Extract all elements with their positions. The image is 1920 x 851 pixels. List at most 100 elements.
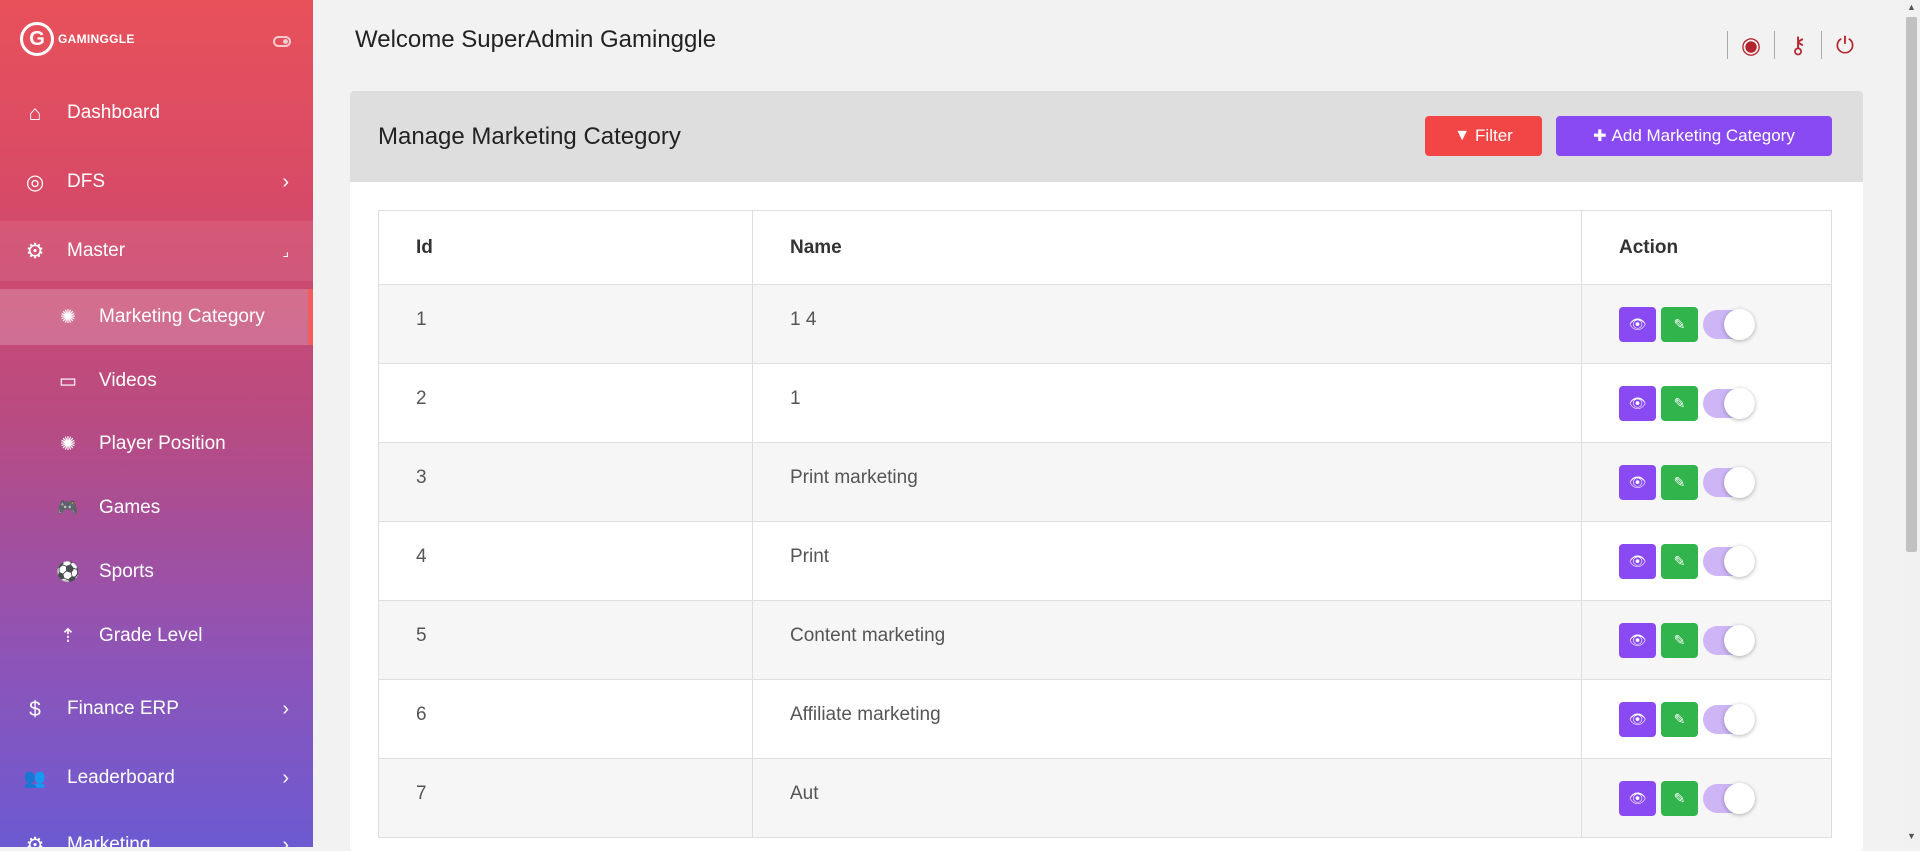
filter-icon: ▼ xyxy=(1454,127,1471,144)
row-actions: 👁 ✎ xyxy=(1619,543,1831,579)
card-header: Manage Marketing Category ▼ Filter ✚ Add… xyxy=(350,91,1863,182)
table-row: 6 Affiliate marketing 👁 ✎ xyxy=(378,679,1832,759)
eye-icon: 👁 xyxy=(1628,394,1647,411)
gamepad-icon: 🎮 xyxy=(57,498,79,517)
eye-icon: 👁 xyxy=(1628,552,1647,569)
edit-icon: ✎ xyxy=(1673,789,1686,806)
user-circle-icon[interactable]: ◉ xyxy=(1736,32,1766,59)
scroll-up-arrow-icon[interactable]: ▲ xyxy=(1903,2,1920,16)
users-icon: 👥 xyxy=(23,768,47,788)
sidebar-item-master[interactable]: ⚙ Master ⌟ xyxy=(0,221,313,281)
scroll-thumb[interactable] xyxy=(1906,17,1917,552)
sidebar-subitem-grade-level[interactable]: ⇡ Grade Level xyxy=(0,608,313,664)
sidebar-subitem-player-position[interactable]: ✺ Player Position xyxy=(0,416,313,472)
badge-icon: ✺ xyxy=(60,433,76,455)
table-row: 2 1 👁 ✎ xyxy=(378,363,1832,443)
cogs-icon: ⚙ xyxy=(25,833,45,848)
sidebar-subitem-sports[interactable]: ⚽ Sports xyxy=(0,544,313,600)
page-scrollbar[interactable]: ▲ ▼ xyxy=(1903,0,1920,847)
column-header-name[interactable]: Name xyxy=(752,210,1582,285)
column-header-id[interactable]: Id xyxy=(378,210,753,285)
row-actions: 👁 ✎ xyxy=(1619,464,1831,500)
table-row: 3 Print marketing 👁 ✎ xyxy=(378,442,1832,522)
edit-button[interactable]: ✎ xyxy=(1661,464,1698,500)
dollar-icon: $ xyxy=(29,697,41,721)
cell-name: Print marketing xyxy=(752,442,1582,522)
cell-id: 6 xyxy=(378,679,753,759)
view-button[interactable]: 👁 xyxy=(1619,464,1656,500)
status-toggle[interactable] xyxy=(1703,703,1755,735)
status-toggle[interactable] xyxy=(1703,387,1755,419)
cell-actions: 👁 ✎ xyxy=(1581,600,1832,680)
eye-icon: 👁 xyxy=(1628,473,1647,490)
cell-id: 7 xyxy=(378,758,753,838)
edit-button[interactable]: ✎ xyxy=(1661,622,1698,658)
chevron-right-icon: › xyxy=(282,170,289,193)
sidebar-subitem-label: Grade Level xyxy=(99,625,203,646)
edit-icon: ✎ xyxy=(1673,631,1686,648)
sidebar-subitem-videos[interactable]: ▭ Videos xyxy=(0,353,313,409)
eye-icon: 👁 xyxy=(1628,789,1647,806)
edit-button[interactable]: ✎ xyxy=(1661,385,1698,421)
content-card: Manage Marketing Category ▼ Filter ✚ Add… xyxy=(350,91,1863,851)
cell-actions: 👁 ✎ xyxy=(1581,442,1832,522)
sidebar-item-marketing[interactable]: ⚙ Marketing › xyxy=(0,815,313,848)
edit-button[interactable]: ✎ xyxy=(1661,780,1698,816)
status-toggle[interactable] xyxy=(1703,545,1755,577)
plus-icon: ✚ xyxy=(1593,128,1607,145)
cell-id: 1 xyxy=(378,284,753,364)
sidebar-item-leaderboard[interactable]: 👥 Leaderboard › xyxy=(0,748,313,808)
table-header-row: Id Name Action xyxy=(378,210,1832,285)
view-button[interactable]: 👁 xyxy=(1619,622,1656,658)
sidebar-item-dfs[interactable]: ◎ DFS › xyxy=(0,152,313,212)
view-button[interactable]: 👁 xyxy=(1619,701,1656,737)
eye-icon: 👁 xyxy=(1628,710,1647,727)
status-toggle[interactable] xyxy=(1703,624,1755,656)
key-icon[interactable]: ⚷ xyxy=(1783,32,1813,59)
power-icon[interactable]: ⏻ xyxy=(1830,32,1860,59)
sidebar-item-label: Leaderboard xyxy=(67,767,175,788)
sidebar-item-dashboard[interactable]: ⌂ Dashboard xyxy=(0,83,313,143)
edit-icon: ✎ xyxy=(1673,710,1686,727)
logo-icon: G xyxy=(20,22,54,56)
video-icon: ▭ xyxy=(59,370,77,392)
cell-actions: 👁 ✎ xyxy=(1581,284,1832,364)
sidebar-item-label: Dashboard xyxy=(67,102,160,123)
view-button[interactable]: 👁 xyxy=(1619,780,1656,816)
welcome-message: Welcome SuperAdmin Gaminggle xyxy=(355,26,717,53)
sidebar-toggle-icon[interactable] xyxy=(273,36,291,47)
row-actions: 👁 ✎ xyxy=(1619,385,1831,421)
column-header-action: Action xyxy=(1581,210,1832,285)
status-toggle[interactable] xyxy=(1703,782,1755,814)
view-button[interactable]: 👁 xyxy=(1619,306,1656,342)
eye-icon: 👁 xyxy=(1628,631,1647,648)
edit-icon: ✎ xyxy=(1673,473,1686,490)
status-toggle[interactable] xyxy=(1703,466,1755,498)
sidebar-subitem-games[interactable]: 🎮 Games xyxy=(0,480,313,536)
marketing-category-table: Id Name Action 11 4 👁 ✎ 2 1 👁 ✎ 3 Print marketin… xyxy=(378,210,1832,838)
brand-name: GAMINGGLE xyxy=(58,32,135,46)
cell-id: 5 xyxy=(378,600,753,680)
add-marketing-category-button[interactable]: ✚ Add Marketing Category xyxy=(1556,116,1832,156)
status-toggle[interactable] xyxy=(1703,308,1755,340)
view-button[interactable]: 👁 xyxy=(1619,385,1656,421)
row-actions: 👁 ✎ xyxy=(1619,622,1831,658)
divider xyxy=(1727,31,1728,59)
cell-name: Print xyxy=(752,521,1582,601)
cell-id: 2 xyxy=(378,363,753,443)
scroll-down-arrow-icon[interactable]: ▼ xyxy=(1903,831,1920,845)
view-button[interactable]: 👁 xyxy=(1619,543,1656,579)
edit-button[interactable]: ✎ xyxy=(1661,306,1698,342)
chevron-down-icon: ⌟ xyxy=(282,242,289,259)
soccer-ball-icon: ⚽ xyxy=(56,562,80,583)
sidebar-subitem-marketing-category[interactable]: ✺ Marketing Category xyxy=(0,289,313,345)
sidebar-item-finance-erp[interactable]: $ Finance ERP › xyxy=(0,679,313,739)
table-row: 5 Content marketing 👁 ✎ xyxy=(378,600,1832,680)
edit-button[interactable]: ✎ xyxy=(1661,543,1698,579)
sidebar-subitem-label: Games xyxy=(99,497,161,518)
edit-button[interactable]: ✎ xyxy=(1661,701,1698,737)
table-row: 11 4 👁 ✎ xyxy=(378,284,1832,364)
filter-button[interactable]: ▼ Filter xyxy=(1425,116,1542,156)
cell-name: 1 xyxy=(752,363,1582,443)
brand-logo[interactable]: G GAMINGGLE xyxy=(20,22,135,56)
